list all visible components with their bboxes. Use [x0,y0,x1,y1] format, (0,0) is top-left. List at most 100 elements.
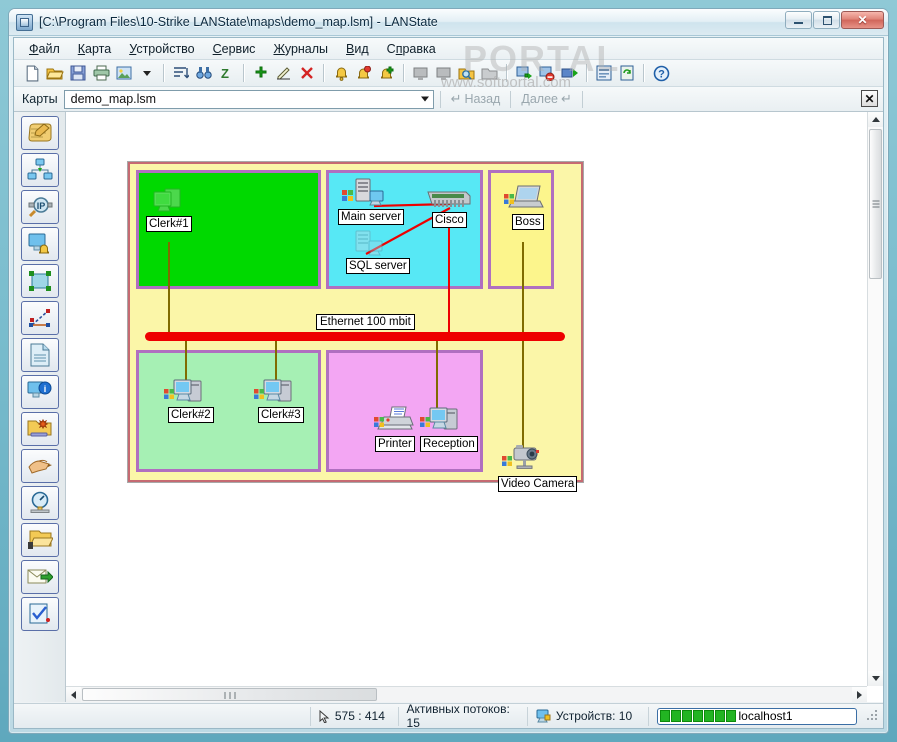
add-device-plus-icon[interactable] [250,62,272,84]
new-document-icon[interactable] [21,62,43,84]
export-image-icon[interactable] [113,62,135,84]
node-clerk3[interactable]: Clerk#3 [254,376,304,423]
progress-block [725,710,736,722]
vertical-scroll-thumb[interactable] [869,129,882,279]
sidebar-item-document[interactable] [20,338,59,372]
open-folder-icon[interactable] [44,62,66,84]
toolbar-separator [586,64,588,82]
page-lines-icon [30,343,49,367]
menu-item-device[interactable]: Устройство [120,40,203,58]
maps-bar-separator-2 [510,90,512,108]
workstation-icon [164,379,202,402]
node-main-server[interactable]: Main server [338,178,405,225]
sidebar-item-alerts[interactable] [20,227,59,261]
menu-item-view[interactable]: Вид [337,40,378,58]
save-disk-icon[interactable] [67,62,89,84]
sidebar-item-speed-gauge[interactable] [20,486,59,520]
minimize-button[interactable] [785,11,812,29]
sidebar-item-folder-settings[interactable] [20,412,59,446]
toolbar-separator [403,64,405,82]
horizontal-scroll-thumb[interactable] [82,688,377,701]
map-select-combobox[interactable]: demo_map.lsm [63,89,434,109]
sidebar-item-network-scan[interactable] [20,153,59,187]
menu-item-help[interactable]: Справка [378,40,445,58]
scroll-left-button[interactable] [66,687,81,702]
link-boss-bus [522,242,524,340]
sidebar-item-device-info[interactable]: i [20,375,59,409]
scroll-down-button[interactable] [868,671,883,686]
map-canvas[interactable]: Ethernet 100 mbit Clerk#1 Main server SQ… [66,112,867,686]
sidebar-item-select-area[interactable] [20,264,59,298]
monitor-bell-icon [28,233,49,254]
node-reception-label: Reception [420,436,478,452]
delete-cross-icon[interactable] [296,62,318,84]
status-threads-text: Активных потоков: 15 [406,702,510,730]
refresh-icon[interactable] [616,62,638,84]
printer-icon [374,406,414,430]
run-icon[interactable] [559,62,581,84]
node-boss[interactable]: Boss [504,184,546,230]
menu-label-map: арта [85,41,112,56]
ethernet-bus-line[interactable] [145,332,565,341]
switch-icon [427,191,471,207]
node-video-camera[interactable]: Video Camera [498,444,578,492]
edit-pencil-icon[interactable] [273,62,295,84]
monitor-grey-2-icon[interactable] [433,62,455,84]
status-bar: 575 : 414 Активных потоков: 15 Устройств… [14,702,883,730]
start-monitoring-icon[interactable] [513,62,535,84]
chevron-down-icon[interactable] [420,96,429,102]
node-sql-server[interactable]: SQL server [346,230,410,274]
menu-item-file[interactable]: Файл [20,40,69,58]
node-printer-label: Printer [375,436,415,452]
alert-bell-icon[interactable] [330,62,352,84]
sidebar-item-map-wizard[interactable] [20,116,59,150]
sidebar-item-draw-link[interactable] [20,301,59,335]
folder-search-icon[interactable] [456,62,478,84]
status-coordinates: 575 : 414 [309,706,398,726]
sidebar-item-open-folder[interactable] [20,523,59,557]
back-button[interactable]: ↵ Назад [447,91,505,107]
node-reception[interactable]: Reception [420,404,478,452]
horizontal-scrollbar[interactable] [66,686,867,702]
toolbar-separator [243,64,245,82]
print-icon[interactable] [90,62,112,84]
cursor-arrow-icon [319,709,330,723]
toolbar-dropdown-arrow-icon[interactable] [136,62,158,84]
close-button[interactable]: ✕ [841,11,884,29]
link-clerk3-bus [275,340,277,380]
menu-item-logs[interactable]: Журналы [264,40,337,58]
node-cisco[interactable]: Cisco [426,186,472,228]
help-icon[interactable]: ? [650,62,672,84]
monitor-grey-icon[interactable] [410,62,432,84]
node-clerk1[interactable]: Clerk#1 [146,186,192,232]
maximize-button[interactable] [813,11,840,29]
sidebar-item-checklist[interactable] [20,597,59,631]
folder-grey-icon[interactable] [479,62,501,84]
scroll-right-button[interactable] [852,687,867,702]
devices-icon [536,709,551,723]
sidebar-item-send-mail[interactable] [20,560,59,594]
menu-item-map[interactable]: Карта [69,40,120,58]
alert-bell-off-icon[interactable] [353,62,375,84]
forward-button[interactable]: Далее ↵ [517,91,576,107]
node-clerk2[interactable]: Clerk#2 [164,376,214,423]
report-icon[interactable] [593,62,615,84]
vertical-scrollbar[interactable] [867,112,883,686]
refresh-z-icon[interactable]: Z [216,62,238,84]
laptop-icon [504,185,544,208]
list-view-icon[interactable] [170,62,192,84]
toolbar-separator [163,64,165,82]
close-map-button[interactable]: ✕ [861,90,878,107]
node-printer[interactable]: Printer [374,406,418,452]
sidebar-item-ip-scan[interactable]: IP [20,190,59,224]
link-clerk2-bus [185,340,187,380]
find-binoculars-icon[interactable] [193,62,215,84]
sidebar-item-pointer-hand[interactable] [20,449,59,483]
progress-block [681,710,692,722]
resize-grip[interactable] [865,708,881,724]
menu-label-device: стройство [136,41,195,56]
alert-bell-add-icon[interactable] [376,62,398,84]
scroll-up-button[interactable] [868,112,883,127]
menu-item-service[interactable]: Сервис [204,40,265,58]
stop-monitoring-icon[interactable] [536,62,558,84]
